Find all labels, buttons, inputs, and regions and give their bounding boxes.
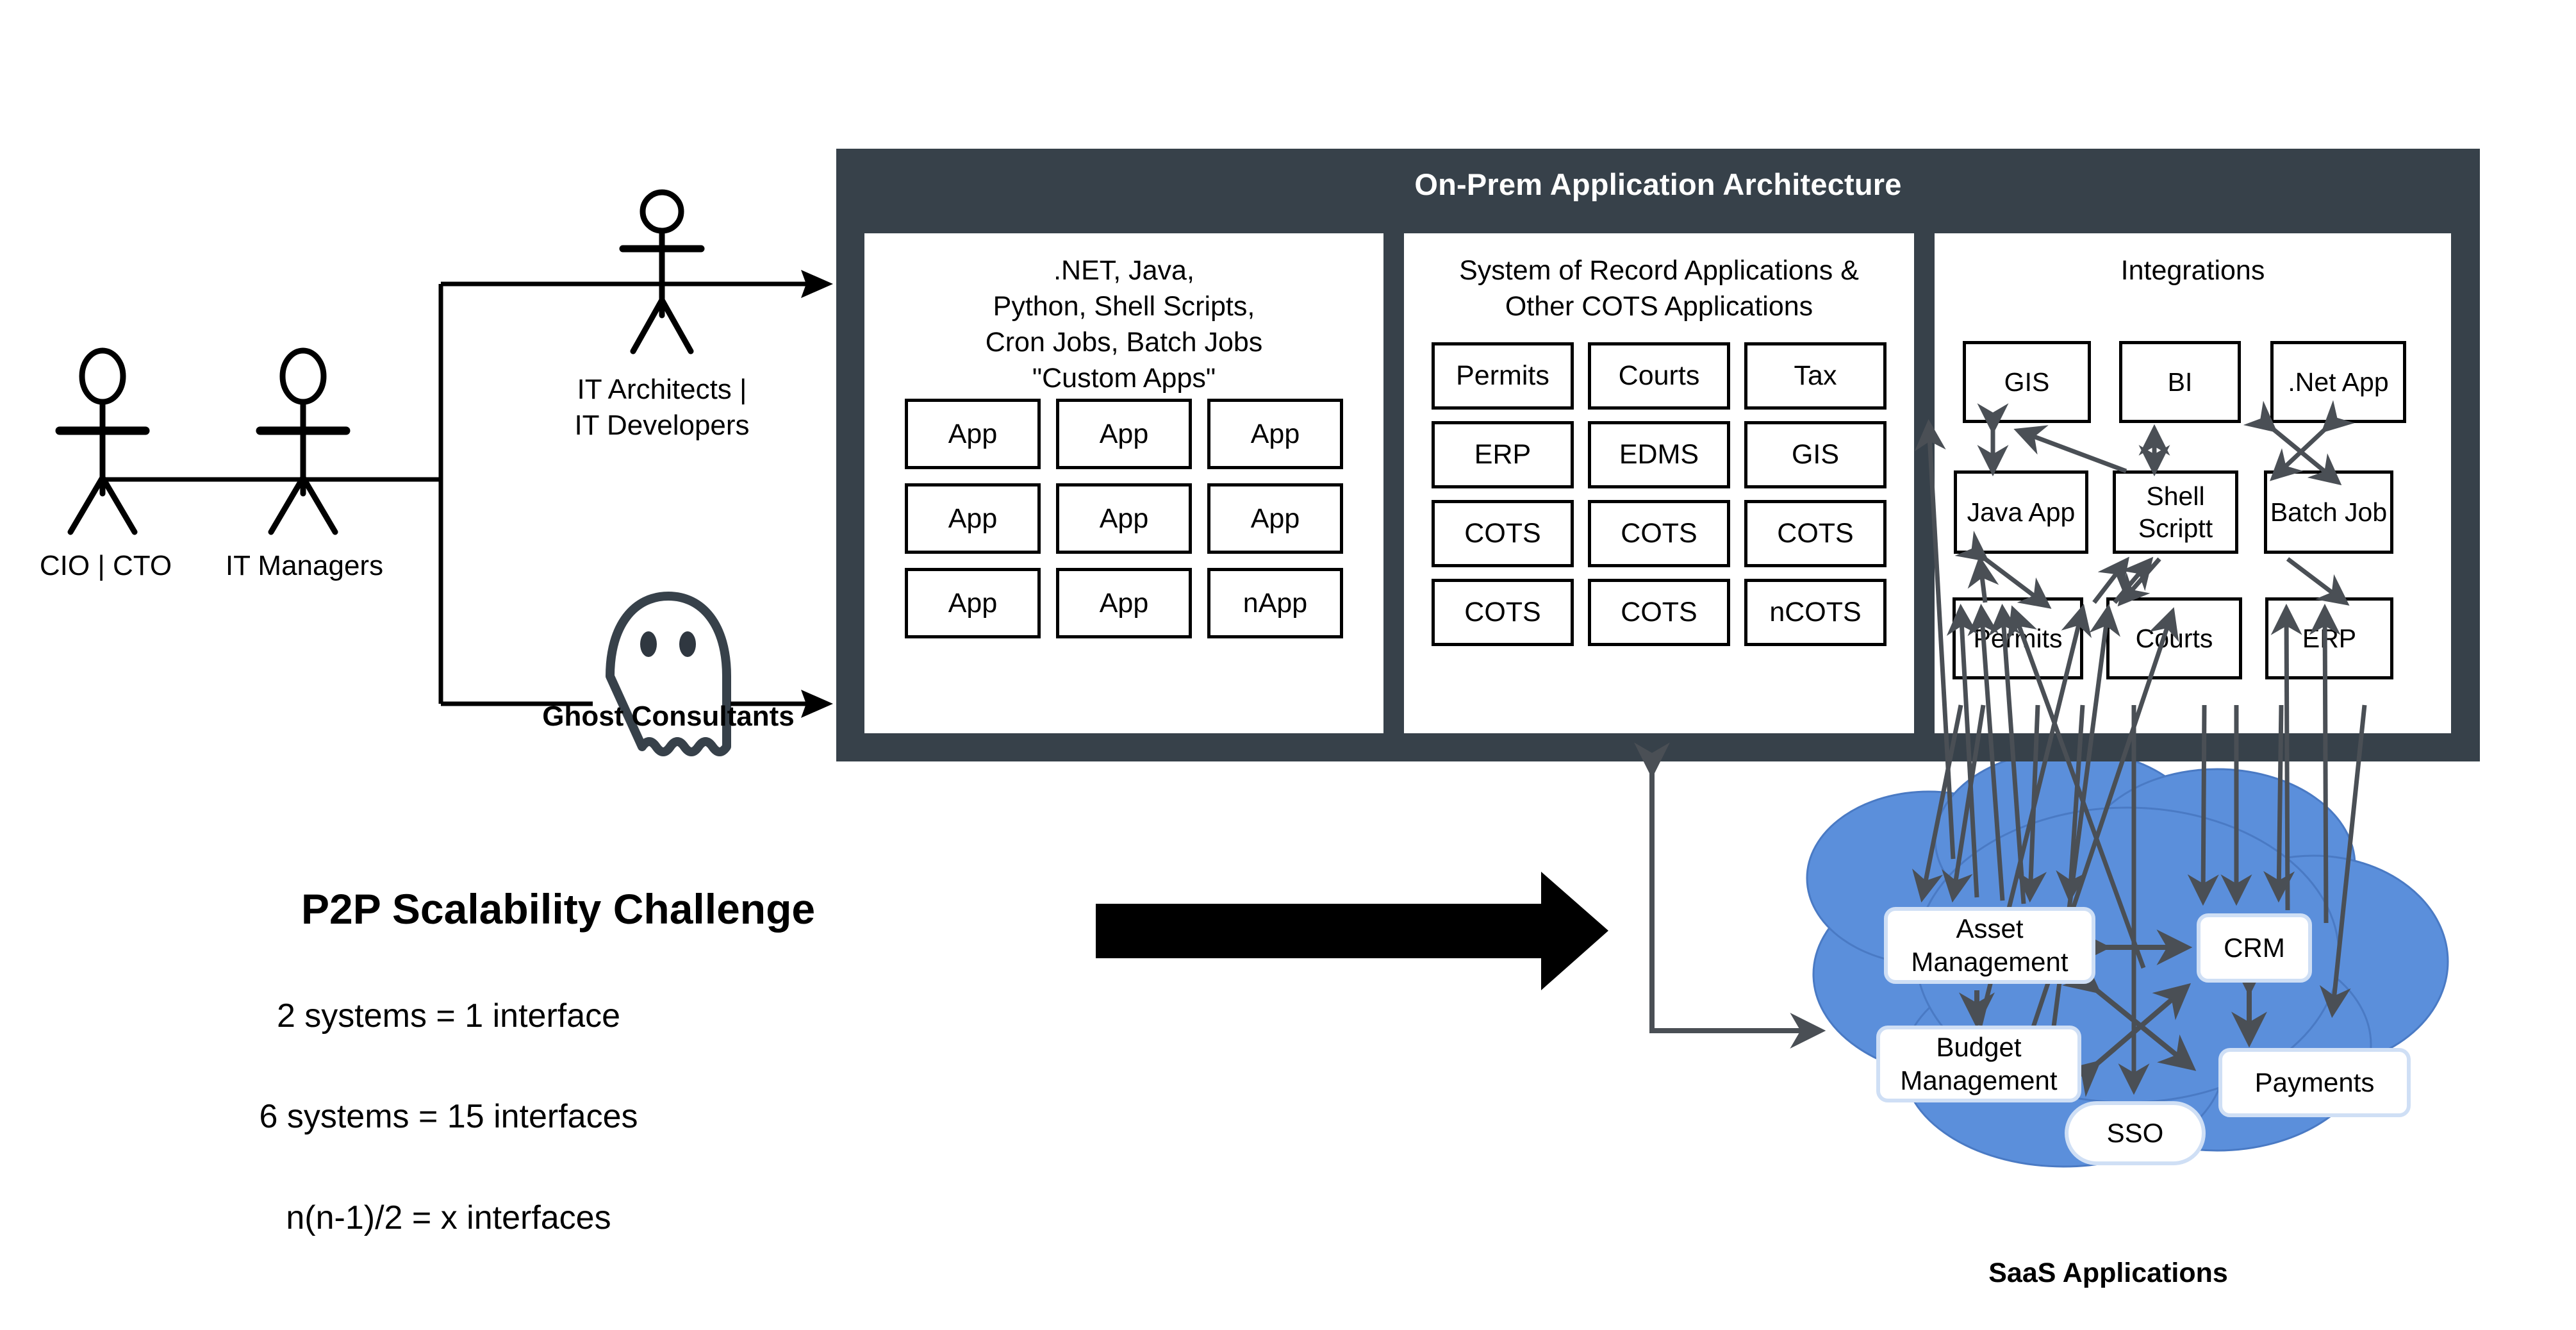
diagram-canvas: On-Prem Application Architecture .NET, J… [0,0,2576,1330]
big-right-arrow [1096,872,1608,990]
p2p-line-1: 2 systems = 1 interface [276,997,621,1035]
p2p-line-3: n(n-1)/2 = x interfaces [286,1199,611,1236]
saas-applications-label: SaaS Applications [1988,1258,2228,1288]
p2p-line-2: 6 systems = 15 interfaces [259,1098,638,1135]
